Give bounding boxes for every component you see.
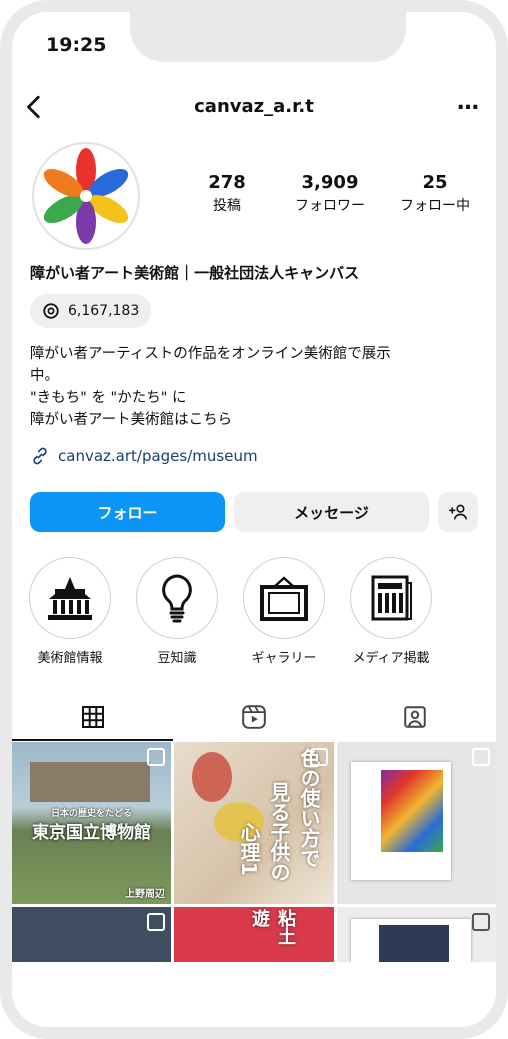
highlight-media[interactable]: メディア掲載 <box>349 557 433 666</box>
multi-photo-icon <box>472 748 490 766</box>
posts-grid: 日本の歴史をたどる 東京国立博物館 上野周辺 色の使い方で 見る子供の 心理1 … <box>12 742 496 962</box>
highlight-trivia[interactable]: 豆知識 <box>135 557 219 666</box>
threads-badge[interactable]: 6,167,183 <box>30 294 152 328</box>
highlight-gallery[interactable]: ギャラリー <box>242 557 326 666</box>
add-person-icon <box>449 504 467 520</box>
post-caption-column: 見る子供の <box>267 782 291 882</box>
museum-icon <box>48 577 92 620</box>
stat-label: フォロー中 <box>400 198 470 214</box>
post-tile[interactable] <box>337 742 496 904</box>
link-text: canvaz.art/pages/museum <box>58 447 258 465</box>
artwork-image <box>379 925 449 962</box>
framed-artwork <box>351 762 451 880</box>
highlight-ring <box>243 557 325 639</box>
stat-value: 25 <box>422 172 448 193</box>
post-tile[interactable]: 日本の歴史をたどる 東京国立博物館 上野周辺 <box>12 742 171 904</box>
bottom-area <box>12 962 496 1027</box>
lightbulb-icon <box>162 574 192 623</box>
top-bar: canvaz_a.r.t … <box>12 82 496 132</box>
multi-photo-icon <box>472 913 490 931</box>
phone-frame: 19:25 canvaz_a.r.t … 278 投稿 3,909 フォロワー <box>0 0 508 1039</box>
notch <box>130 12 406 62</box>
newspaper-icon <box>371 575 412 621</box>
post-tile[interactable]: 色の使い方で 見る子供の 心理1 <box>174 742 334 904</box>
highlight-label: 美術館情報 <box>37 651 103 666</box>
follow-button[interactable]: フォロー <box>30 492 225 532</box>
post-tile[interactable] <box>337 907 496 962</box>
threads-count: 6,167,183 <box>68 303 140 319</box>
bio-line: 障がい者アーティストの作品をオンライン美術館で展示 <box>30 346 391 362</box>
highlight-ring <box>29 557 111 639</box>
stat-posts[interactable]: 278 投稿 <box>192 172 262 215</box>
colorful-hands-logo-icon <box>43 148 129 244</box>
multi-photo-icon <box>147 913 165 931</box>
bio-line: 中。 <box>30 368 59 384</box>
museum-building <box>30 762 150 802</box>
highlight-label: ギャラリー <box>251 651 317 666</box>
multi-photo-icon <box>310 748 328 766</box>
tab-tagged[interactable] <box>334 694 495 740</box>
multi-photo-icon <box>147 748 165 766</box>
stat-label: 投稿 <box>213 198 241 214</box>
highlight-ring <box>350 557 432 639</box>
post-tile[interactable] <box>12 907 171 962</box>
post-caption-column: 色の使い方で <box>297 748 321 868</box>
suggest-people-button[interactable] <box>438 492 478 532</box>
framed-artwork <box>351 919 471 962</box>
reels-icon <box>241 705 266 729</box>
post-tile[interactable]: 粘土遊 <box>174 907 334 962</box>
stat-followers[interactable]: 3,909 フォロワー <box>280 172 380 215</box>
tab-posts[interactable] <box>12 694 173 740</box>
tab-reels[interactable] <box>173 694 334 740</box>
profile-bio: 障がい者アーティストの作品をオンライン美術館で展示 中。 "きもち" を "かた… <box>30 343 480 431</box>
post-caption-title: 東京国立博物館 <box>32 823 151 843</box>
message-button[interactable]: メッセージ <box>234 492 429 532</box>
profile-display-name: 障がい者アート美術館｜一般社団法人キャンバス <box>30 264 360 282</box>
link-icon <box>33 447 47 465</box>
stat-label: フォロワー <box>295 198 365 214</box>
highlight-museum-info[interactable]: 美術館情報 <box>28 557 112 666</box>
stat-following[interactable]: 25 フォロー中 <box>390 172 480 215</box>
post-caption-column: 心理1 <box>237 822 261 876</box>
profile-link[interactable]: canvaz.art/pages/museum <box>30 446 258 466</box>
threads-icon <box>43 303 59 319</box>
highlight-label: 豆知識 <box>157 651 197 666</box>
bio-line: "きもち" を "かたち" に <box>30 390 187 406</box>
post-caption-corner: 上野周辺 <box>125 889 165 900</box>
status-time: 19:25 <box>46 34 107 56</box>
grid-icon <box>81 706 104 728</box>
paint-blob <box>192 752 232 802</box>
more-options-icon[interactable]: … <box>457 90 480 115</box>
avatar[interactable] <box>32 142 140 250</box>
profile-username: canvaz_a.r.t <box>194 96 314 117</box>
stat-value: 278 <box>208 172 246 193</box>
bio-line: 障がい者アート美術館はこちら <box>30 412 233 428</box>
active-tab-indicator <box>12 739 173 741</box>
post-caption-column: 粘土遊 <box>249 909 296 945</box>
stat-value: 3,909 <box>301 172 359 193</box>
highlight-ring <box>136 557 218 639</box>
highlight-label: メディア掲載 <box>352 651 430 666</box>
artwork-image <box>381 770 443 852</box>
picture-frame-icon <box>260 576 308 621</box>
profile-tabs <box>12 694 496 741</box>
tagged-icon <box>403 706 426 728</box>
